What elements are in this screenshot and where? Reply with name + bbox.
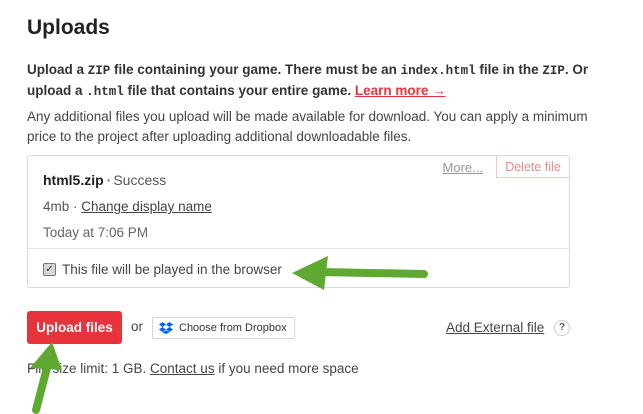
more-button[interactable]: More... <box>443 160 483 175</box>
file-meta-separator: · <box>69 199 82 214</box>
add-external-file-link[interactable]: Add External file <box>446 320 544 335</box>
intro-code-index: index.html <box>400 64 476 78</box>
file-name: html5.zip <box>43 172 104 188</box>
intro-text-1: Upload a <box>27 62 88 77</box>
or-label: or <box>131 319 144 334</box>
size-limit-text-2: if you need more space <box>214 361 359 376</box>
file-size-limit-note: File size limit: 1 GB. Contact us if you… <box>27 361 359 376</box>
intro-code-zip-2: ZIP <box>542 64 565 78</box>
dropbox-icon <box>159 322 173 334</box>
upload-instructions: Upload a ZIP file containing your game. … <box>27 60 617 102</box>
intro-text-5: file that contains your entire game. <box>123 83 355 98</box>
dropbox-button-label: Choose from Dropbox <box>179 322 287 334</box>
intro-code-zip: ZIP <box>87 64 111 78</box>
file-meta-row: 4mb · Change display name <box>43 199 212 214</box>
choose-from-dropbox-button[interactable]: Choose from Dropbox <box>152 317 295 339</box>
learn-more-link[interactable]: Learn more → <box>355 83 446 98</box>
file-upload-date: Today at 7:06 PM <box>43 225 149 240</box>
additional-files-note: Any additional files you upload will be … <box>27 109 588 144</box>
file-card-divider <box>28 248 569 249</box>
intro-text-2: file containing your game. There must be… <box>110 62 401 77</box>
change-display-name-link[interactable]: Change display name <box>81 199 212 214</box>
delete-file-button[interactable]: Delete file <box>496 156 569 178</box>
annotation-arrow-upload <box>30 342 62 414</box>
page-title: Uploads <box>27 16 110 39</box>
contact-us-link[interactable]: Contact us <box>150 361 215 376</box>
play-in-browser-row[interactable]: ✓ This file will be played in the browse… <box>43 262 282 277</box>
file-size: 4mb <box>43 199 70 214</box>
play-in-browser-checkbox[interactable]: ✓ <box>43 263 56 276</box>
file-status-separator: · <box>106 172 112 188</box>
file-status: Success <box>113 172 167 188</box>
help-icon[interactable]: ? <box>554 320 570 336</box>
intro-code-html: .html <box>86 85 124 99</box>
annotation-arrow-checkbox <box>292 256 428 290</box>
file-name-row: html5.zip · Success <box>43 172 166 188</box>
play-in-browser-label: This file will be played in the browser <box>62 262 282 277</box>
intro-text-3: file in the <box>475 62 543 77</box>
